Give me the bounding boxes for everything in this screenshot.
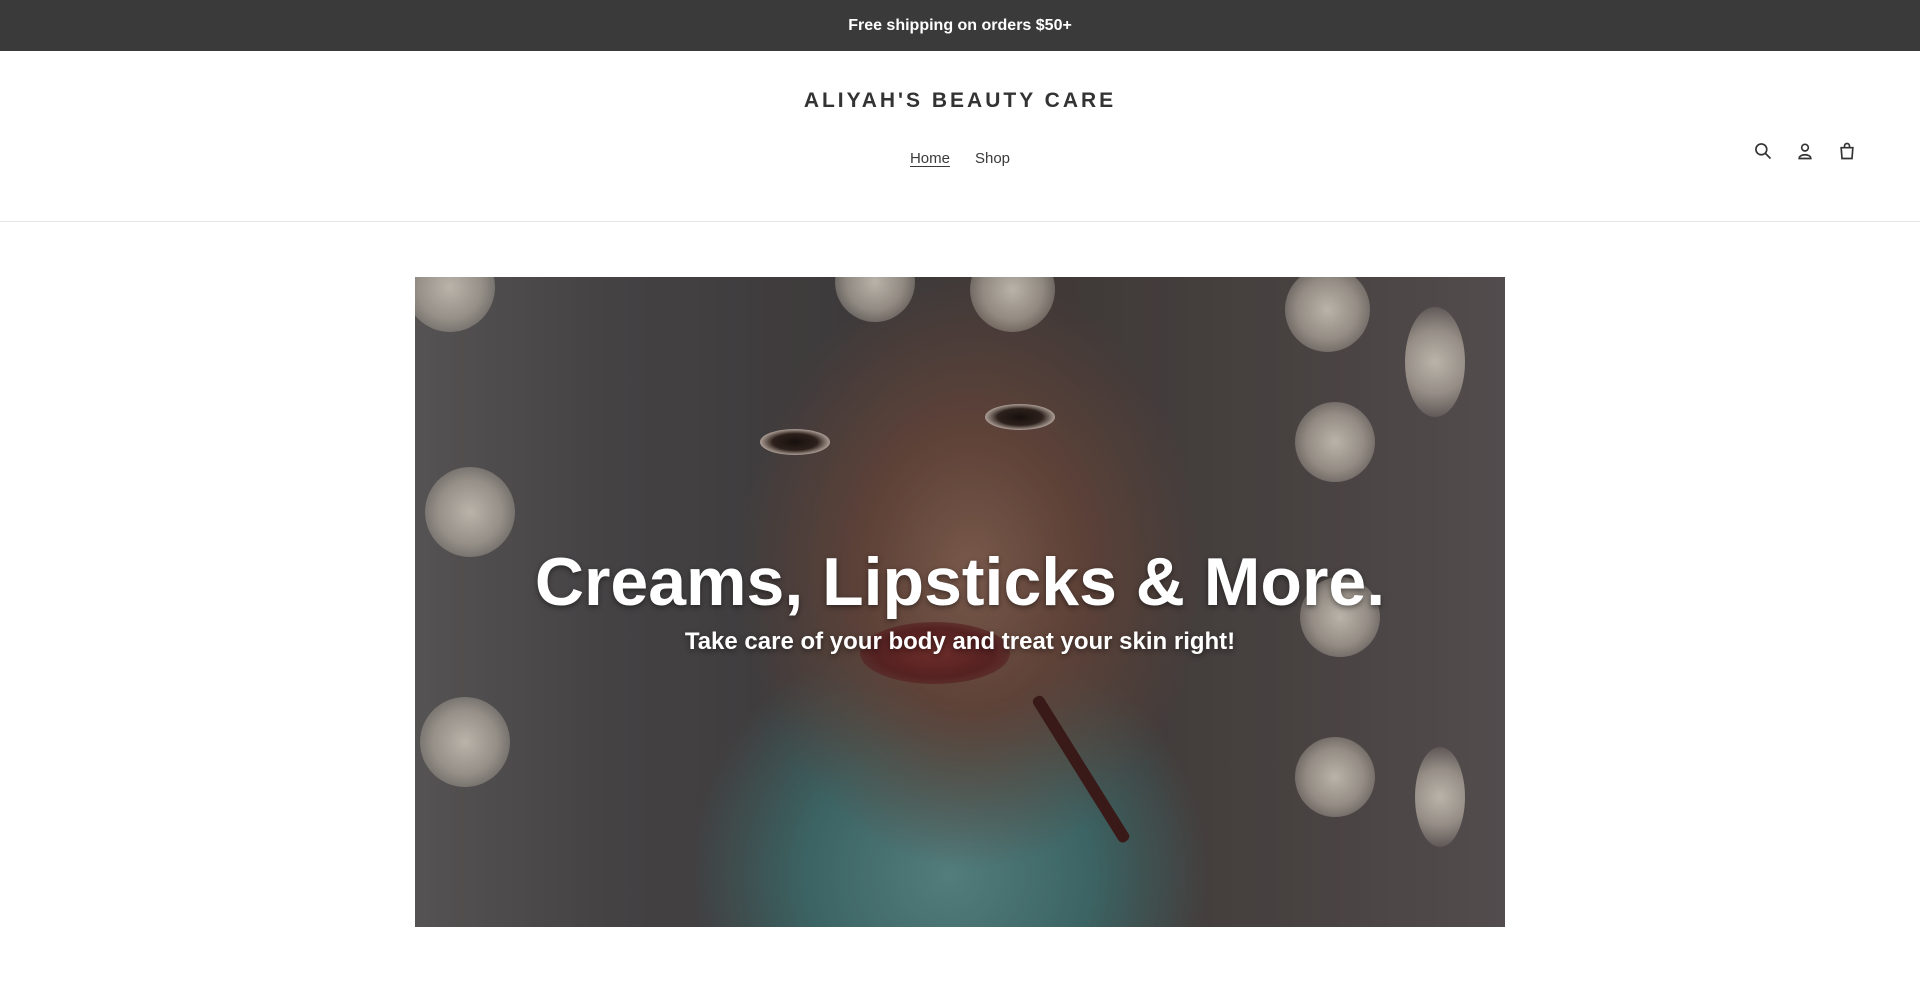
nav-item-shop[interactable]: Shop <box>975 150 1010 167</box>
hero-text: Creams, Lipsticks & More. Take care of y… <box>415 545 1505 656</box>
account-icon[interactable] <box>1794 140 1816 162</box>
hero-banner: Creams, Lipsticks & More. Take care of y… <box>415 277 1505 927</box>
hero-subtitle: Take care of your body and treat your sk… <box>684 627 1236 655</box>
announcement-text: Free shipping on orders $50+ <box>848 16 1072 34</box>
search-icon[interactable] <box>1752 140 1774 162</box>
nav-item-home[interactable]: Home <box>910 150 950 167</box>
header-icons <box>1752 140 1858 162</box>
brand-logo-link[interactable]: ALIYAH'S BEAUTY CARE <box>0 89 1920 113</box>
hero-title: Creams, Lipsticks & More. <box>534 544 1386 620</box>
main-nav: Home Shop <box>0 150 1920 167</box>
site-header: ALIYAH'S BEAUTY CARE Home Shop <box>0 51 1920 222</box>
cart-icon[interactable] <box>1836 140 1858 162</box>
announcement-bar: Free shipping on orders $50+ <box>0 0 1920 51</box>
